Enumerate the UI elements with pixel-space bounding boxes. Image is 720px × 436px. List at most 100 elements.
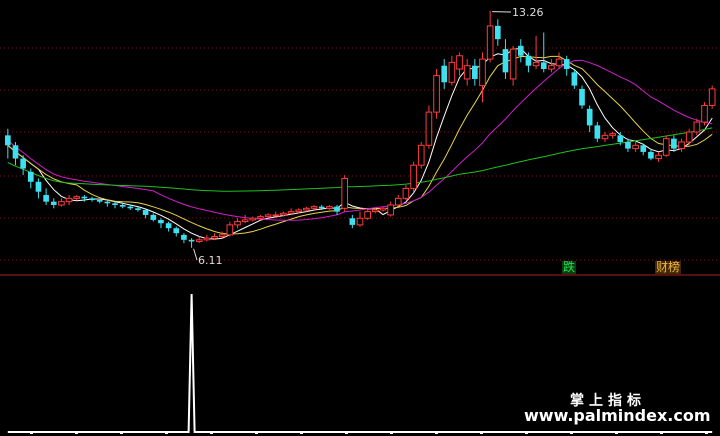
candle-body [394,197,402,206]
candle [701,102,708,126]
candle [43,188,49,205]
candle [165,221,172,232]
stock-chart [0,10,720,434]
candle-body [318,206,325,209]
candle [425,105,433,149]
candle [548,59,555,73]
candle-body [601,134,609,140]
watermark-url: www.palmindex.com [524,406,711,425]
candle-body [640,145,647,152]
axis-tick [480,431,483,434]
axis-tick [390,431,393,434]
candle-body [579,88,585,106]
candle-body [234,221,241,226]
candle [441,59,448,89]
axis-tick [165,431,168,434]
candle [5,128,11,159]
candle-body [486,25,494,60]
candle [502,39,509,79]
marker-die-tag[interactable]: 跌 [562,261,577,274]
axis-tick [660,431,663,434]
axis-tick [300,431,303,434]
candle-body [50,201,57,205]
candle [448,55,456,86]
candle-body [280,212,287,216]
candle [73,195,81,201]
candle [12,141,19,166]
candle [678,138,685,152]
candle-body [364,211,371,219]
candle-body [609,133,616,136]
candle [472,59,478,86]
ma20-line [7,59,713,221]
candle-body [563,59,570,70]
candle [226,221,234,237]
axis-tick [570,431,573,434]
candle-body [341,177,349,209]
candle-body [678,141,685,150]
candle [50,198,57,209]
candle-body [632,144,639,150]
candle-body [509,48,517,80]
candle-body [655,154,662,160]
candle-body [456,55,463,70]
candle-body [671,138,677,149]
candle [532,35,540,70]
candle-body [35,181,42,192]
candle-body [685,131,693,143]
candle-body [310,206,318,209]
candle [150,213,157,222]
candle-body [617,135,624,142]
candle [364,208,371,220]
axis-tick [120,431,123,434]
candle-body [218,234,226,237]
candle-body [272,214,280,217]
candle-body [173,228,180,234]
candle [609,132,616,139]
candle-body [203,237,211,241]
candle [89,196,95,202]
candle-body [479,58,486,87]
candle-body [104,201,111,204]
candle [540,32,547,73]
axis-tick [75,431,78,434]
candle-body [73,196,81,199]
candle [693,118,701,136]
candle-body [525,55,532,66]
grid-lines [0,47,720,261]
candle-body [135,208,141,210]
axis-tick [210,431,213,434]
candle [579,85,585,109]
candle-body [540,62,547,70]
candle [708,85,716,109]
candle [394,195,402,207]
candle-body [693,121,701,133]
candle-body [295,209,303,213]
candle [517,39,524,63]
candle [494,19,501,46]
candle [58,198,65,207]
candle-body [334,206,340,212]
candle-body [410,164,417,189]
candle-body [165,223,172,229]
candle-body [662,138,670,156]
candle-body [708,88,716,106]
candle [203,234,211,242]
candle-body [158,219,164,224]
axis-tick [30,431,33,434]
candle [20,155,26,176]
marker-caibang-tag[interactable]: 财榜 [655,261,682,274]
candle-body [12,145,19,159]
candle-body [494,25,501,40]
candle [525,52,532,73]
ma5-line [7,47,713,240]
candle [563,55,570,76]
candle [417,141,425,169]
candle [356,211,364,227]
candle [662,135,670,157]
candle-body [142,209,149,215]
candle-body [425,111,433,146]
high-price-label: 13.26 [512,6,544,19]
candle-body [594,125,601,139]
ma-lines [7,47,713,240]
